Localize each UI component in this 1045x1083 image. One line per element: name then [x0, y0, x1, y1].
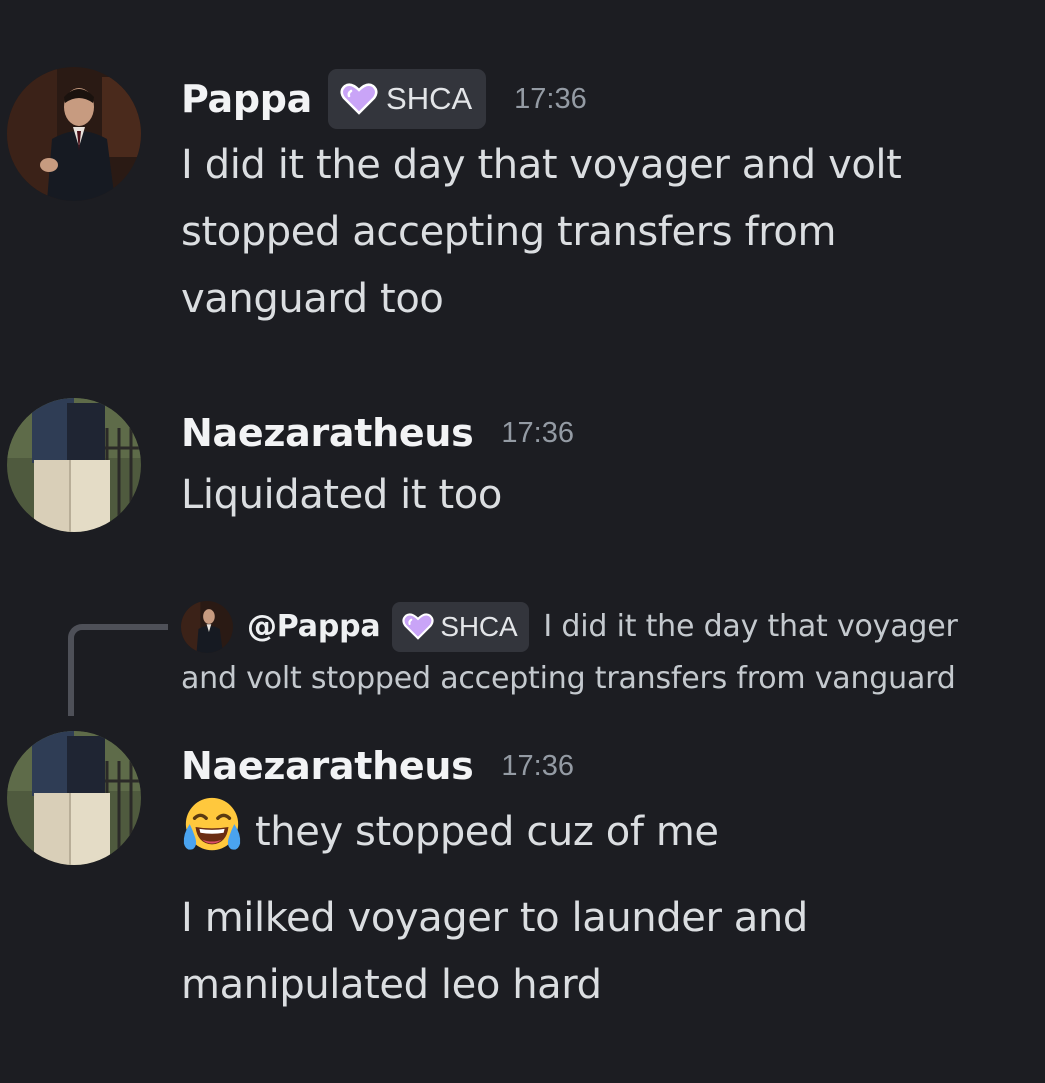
reply-text: I did it the day that voyager — [543, 609, 958, 644]
message-line: I milked voyager to launder and — [181, 895, 808, 941]
username[interactable]: Naezaratheus — [181, 411, 474, 455]
heart-icon — [402, 613, 435, 640]
message-content: Liquidated it too — [181, 462, 502, 529]
username[interactable]: Pappa — [181, 77, 312, 121]
clan-tag-label: SHCA — [386, 81, 473, 116]
message-line: I did it the day that voyager and volt — [181, 142, 902, 188]
reply-clan-tag[interactable]: SHCA — [392, 601, 530, 652]
message-header: Naezaratheus 17:36 — [181, 736, 574, 796]
reply-avatar[interactable] — [181, 600, 233, 653]
message-content: I did it the day that voyager and volt s… — [181, 132, 902, 333]
timestamp[interactable]: 17:36 — [501, 417, 574, 450]
message-content: they stopped cuz of me I milked voyager … — [181, 795, 808, 1019]
message-line: Liquidated it too — [181, 472, 502, 518]
message-line: vanguard too — [181, 276, 444, 322]
message-header: Pappa SHCA 17:36 — [181, 69, 587, 129]
username[interactable]: Naezaratheus — [181, 744, 474, 788]
timestamp[interactable]: 17:36 — [514, 83, 587, 116]
reply-mention[interactable]: @Pappa — [247, 609, 381, 644]
message-line: they stopped cuz of me — [255, 809, 719, 855]
heart-icon — [340, 83, 378, 115]
message-line: stopped accepting transfers from — [181, 209, 837, 255]
avatar-naezaratheus[interactable] — [7, 398, 141, 532]
avatar-naezaratheus[interactable] — [7, 731, 141, 865]
timestamp[interactable]: 17:36 — [501, 750, 574, 783]
reply-clan-tag-label: SHCA — [440, 611, 518, 642]
reply-preview[interactable]: @Pappa SHCA I did it the day that voyage… — [181, 600, 1001, 704]
message-header: Naezaratheus 17:36 — [181, 403, 574, 463]
face-with-tears-of-joy-icon — [183, 797, 241, 851]
avatar-pappa[interactable] — [7, 67, 141, 201]
reply-connector — [68, 624, 168, 716]
reply-text: and volt stopped accepting transfers fro… — [181, 660, 956, 696]
clan-tag[interactable]: SHCA — [328, 69, 487, 129]
message-line: manipulated leo hard — [181, 962, 602, 1008]
